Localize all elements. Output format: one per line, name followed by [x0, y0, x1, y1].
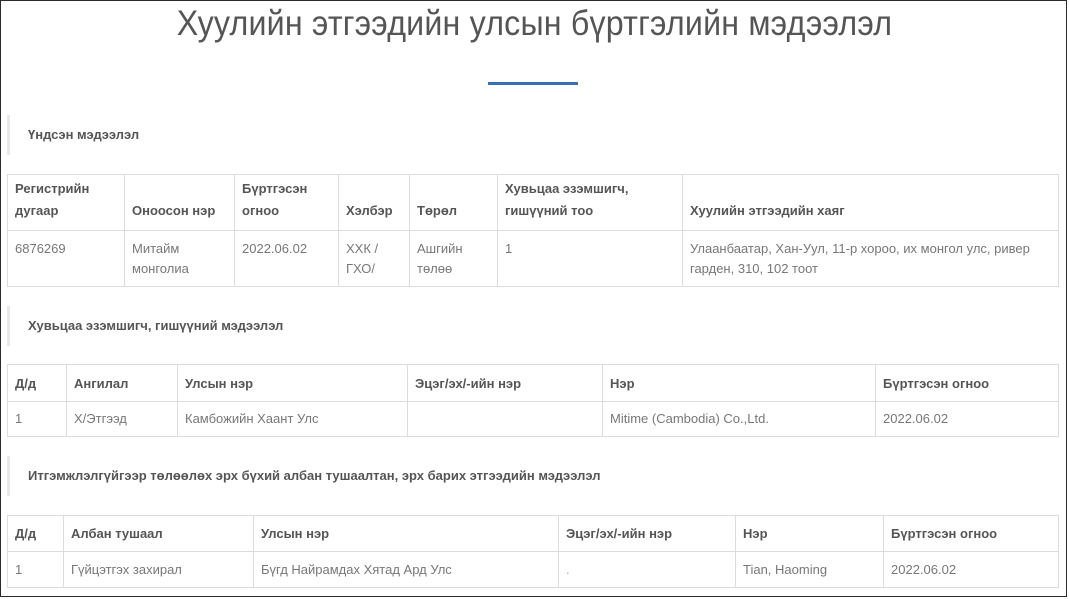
- section-heading-officials: Итгэмжлэлгүйгээр төлөөлөх эрх бүхий алба…: [7, 456, 1058, 496]
- table-header-row: Регистрийн дугаар Оноосон нэр Бүртгэсэн …: [7, 174, 1059, 231]
- column-header: Нэр: [735, 515, 884, 552]
- table-cell: Камбожийн Хаант Улс: [177, 401, 408, 437]
- table-cell: Гүйцэтгэх захирал: [63, 551, 254, 588]
- title-underline: [488, 82, 578, 85]
- page-title: Хуулийн этгээдийн улсын бүртгэлийн мэдээ…: [176, 4, 893, 43]
- table-cell: 1: [7, 401, 67, 437]
- table-cell: 1: [497, 230, 683, 287]
- table-cell: Х/Этгээд: [66, 401, 178, 437]
- table-cell: Mitime (Cambodia) Co.,Ltd.: [602, 401, 876, 437]
- column-header: Оноосон нэр: [124, 174, 235, 231]
- column-header: Албан тушаал: [63, 515, 254, 552]
- table-row: 1 Гүйцэтгэх захирал Бүгд Найрамдах Хятад…: [7, 551, 1059, 588]
- basic-info-table: Регистрийн дугаар Оноосон нэр Бүртгэсэн …: [7, 174, 1059, 287]
- shareholders-table: Д/д Ангилал Улсын нэр Эцэг/эх/-ийн нэр Н…: [7, 364, 1059, 437]
- table-header-row: Д/д Ангилал Улсын нэр Эцэг/эх/-ийн нэр Н…: [7, 364, 1059, 402]
- table-cell: 2022.06.02: [234, 230, 339, 287]
- column-header: Бүртгэсэн огноо: [875, 364, 1059, 402]
- table-cell: Митайм монголиа: [124, 230, 235, 287]
- column-header: Нэр: [602, 364, 876, 402]
- table-row: 6876269 Митайм монголиа 2022.06.02 ХХК /…: [7, 230, 1059, 287]
- table-header-row: Д/д Албан тушаал Улсын нэр Эцэг/эх/-ийн …: [7, 515, 1059, 552]
- column-header: Улсын нэр: [177, 364, 408, 402]
- column-header: Улсын нэр: [253, 515, 559, 552]
- table-cell: Tian, Haoming: [735, 551, 884, 588]
- column-header: Хувьцаа эзэмшигч, гишүүний тоо: [497, 174, 683, 231]
- table-cell: .: [558, 551, 736, 588]
- section-heading-basic: Үндсэн мэдээлэл: [7, 115, 1058, 155]
- column-header: Төрөл: [409, 174, 498, 231]
- table-cell: 2022.06.02: [883, 551, 1059, 588]
- column-header: Эцэг/эх/-ийн нэр: [558, 515, 736, 552]
- column-header: Бүртгэсэн огноо: [883, 515, 1059, 552]
- officials-table: Д/д Албан тушаал Улсын нэр Эцэг/эх/-ийн …: [7, 515, 1059, 588]
- table-cell: 2022.06.02: [875, 401, 1059, 437]
- column-header: Д/д: [7, 515, 64, 552]
- table-cell: Бүгд Найрамдах Хятад Ард Улс: [253, 551, 559, 588]
- table-cell: 6876269: [7, 230, 125, 287]
- table-cell: [407, 401, 603, 437]
- table-cell: 1: [7, 551, 64, 588]
- column-header: Регистрийн дугаар: [7, 174, 125, 231]
- column-header: Бүртгэсэн огноо: [234, 174, 339, 231]
- window-frame: [0, 0, 1067, 597]
- column-header: Хэлбэр: [338, 174, 410, 231]
- column-header: Ангилал: [66, 364, 178, 402]
- column-header: Д/д: [7, 364, 67, 402]
- table-cell: Ашгийн төлөө: [409, 230, 498, 287]
- table-cell: Улаанбаатар, Хан-Уул, 11-р хороо, их мон…: [682, 230, 1059, 287]
- section-heading-shareholders: Хувьцаа эзэмшигч, гишүүний мэдээлэл: [7, 306, 1058, 346]
- column-header: Эцэг/эх/-ийн нэр: [407, 364, 603, 402]
- column-header: Хуулийн этгээдийн хаяг: [682, 174, 1059, 231]
- table-row: 1 Х/Этгээд Камбожийн Хаант Улс Mitime (C…: [7, 401, 1059, 437]
- table-cell: ХХК / ГХО/: [338, 230, 410, 287]
